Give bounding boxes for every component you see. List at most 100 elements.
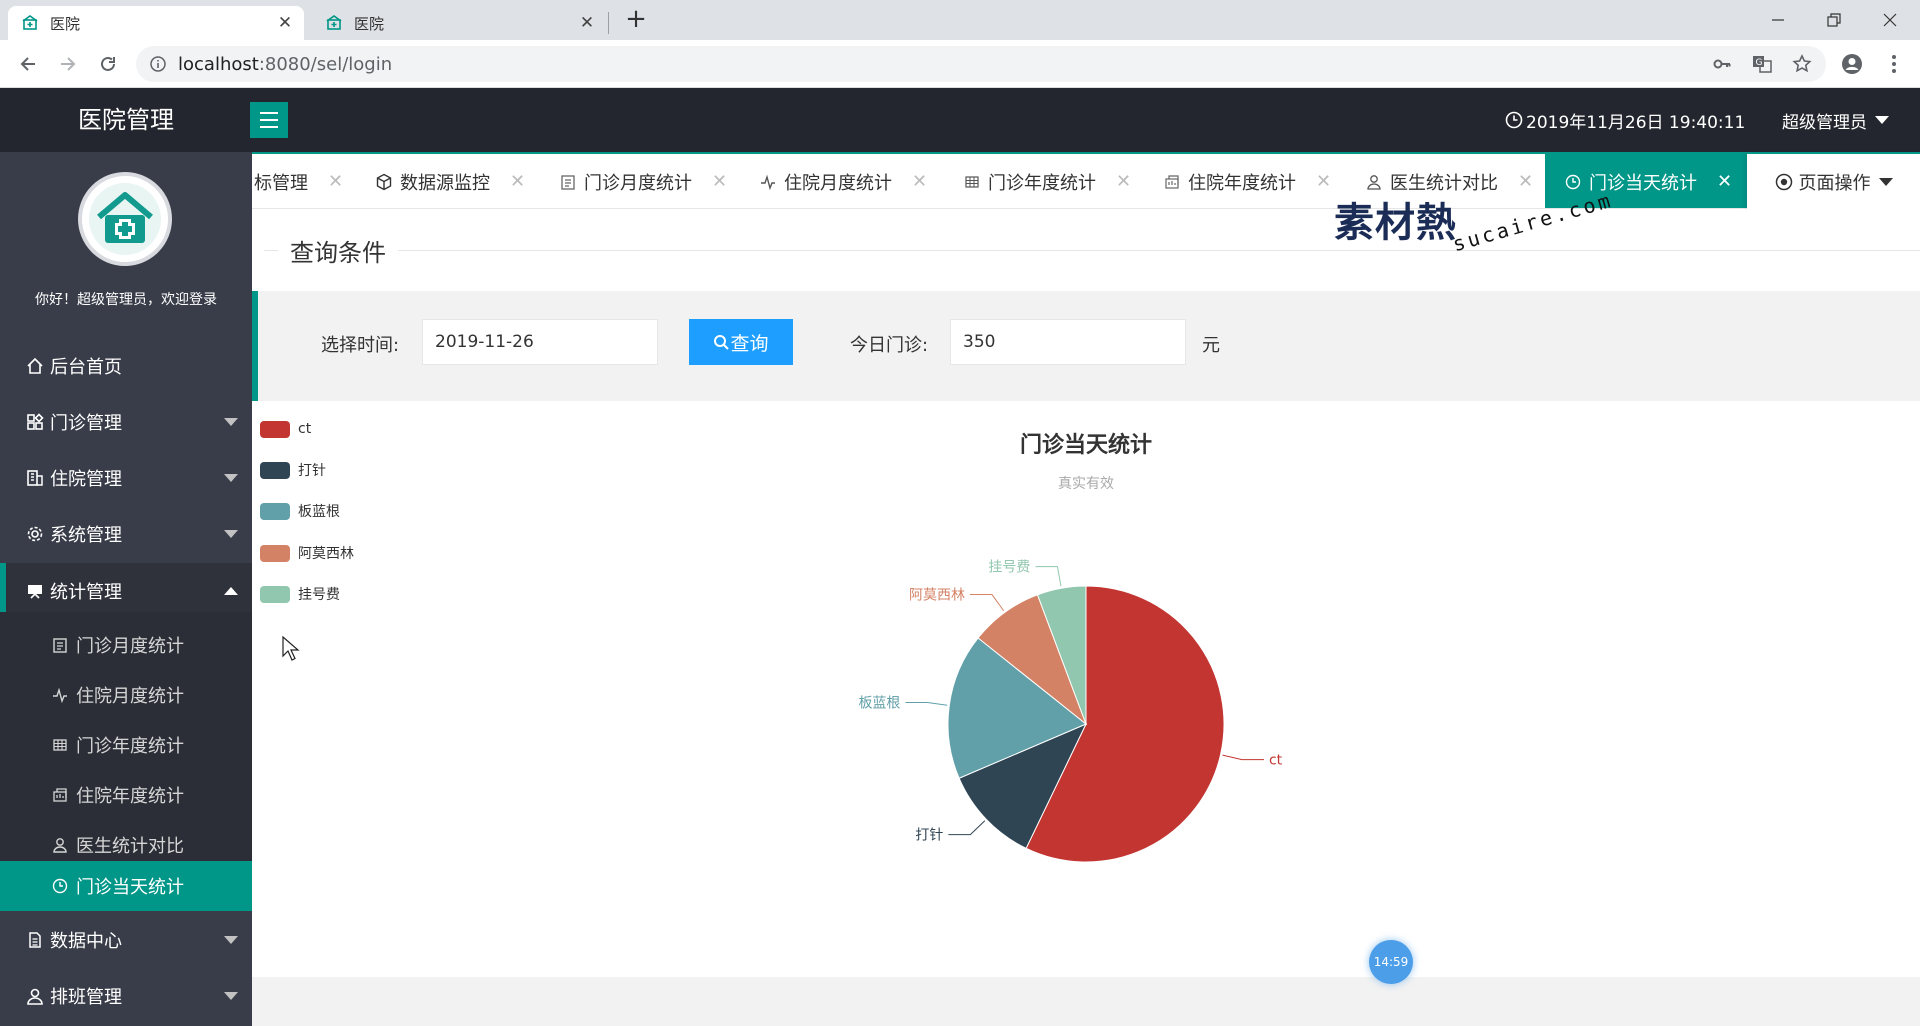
- sidebar-subitem-outpatient-today[interactable]: 门诊当天统计: [0, 861, 252, 911]
- sidebar-item-label: 后台首页: [50, 357, 122, 378]
- header-clock: 2019年11月26日 19:40:11: [1505, 88, 1745, 152]
- search-button[interactable]: 查询: [689, 319, 793, 365]
- translate-icon[interactable]: G: [1750, 52, 1774, 76]
- clock-icon: [1563, 172, 1583, 192]
- sidebar-subitem-outpatient-monthly[interactable]: 门诊月度统计: [6, 620, 252, 670]
- reload-icon[interactable]: [94, 50, 122, 78]
- more-menu-icon[interactable]: [1882, 52, 1906, 76]
- tab-partial[interactable]: 标管理 ✕: [254, 154, 343, 208]
- timer-bubble[interactable]: 14:59: [1369, 940, 1413, 984]
- sidebar-item-system[interactable]: 系统管理: [0, 506, 252, 562]
- sidebar-item-datacenter[interactable]: 数据中心: [0, 912, 252, 968]
- key-icon[interactable]: [1710, 52, 1734, 76]
- close-window-icon[interactable]: [1862, 0, 1918, 40]
- close-icon[interactable]: ✕: [328, 171, 343, 192]
- pie-slice-label: ct: [1269, 753, 1283, 769]
- date-input[interactable]: [422, 319, 658, 365]
- url-path: :8080/sel/login: [258, 53, 393, 75]
- sidebar-subitem-label: 门诊月度统计: [76, 636, 184, 657]
- tab-doctor-compare[interactable]: 医生统计对比 ✕: [1364, 154, 1533, 208]
- sidebar-item-label: 系统管理: [50, 525, 122, 546]
- sidebar-item-label: 排班管理: [50, 987, 122, 1008]
- clock-icon: [1505, 111, 1523, 129]
- sidebar-item-statistics[interactable]: 统计管理: [0, 563, 252, 619]
- tab-label: 门诊当天统计: [1589, 172, 1697, 194]
- sidebar-subitem-label: 门诊年度统计: [76, 736, 184, 757]
- tab-label: 数据源监控: [400, 172, 490, 194]
- chart-title: 门诊当天统计: [1019, 433, 1152, 458]
- legend-item[interactable]: 挂号费: [260, 584, 380, 604]
- user-icon: [1364, 172, 1384, 192]
- pulse-icon: [50, 685, 70, 705]
- sidebar-subitem-label: 门诊当天统计: [76, 877, 184, 898]
- sidebar-item-home[interactable]: 后台首页: [0, 338, 252, 394]
- browser-tabstrip: 医院 ✕ 医院 ✕ +: [0, 0, 1920, 40]
- tab-inpatient-monthly[interactable]: 住院月度统计 ✕: [758, 154, 927, 208]
- sidebar-item-inpatient[interactable]: 住院管理: [0, 450, 252, 506]
- chevron-down-icon: [224, 474, 238, 482]
- tab-outpatient-today[interactable]: 门诊当天统计 ✕: [1545, 154, 1751, 208]
- close-icon[interactable]: ✕: [1717, 171, 1732, 192]
- tab-separator: [608, 12, 609, 34]
- close-icon[interactable]: ✕: [1316, 171, 1331, 192]
- chevron-down-icon: [224, 418, 238, 426]
- today-amount-field[interactable]: [950, 319, 1186, 365]
- forward-icon[interactable]: [54, 50, 82, 78]
- app-title: 医院管理: [78, 106, 174, 134]
- close-icon[interactable]: ✕: [1116, 171, 1131, 192]
- back-icon[interactable]: [14, 50, 42, 78]
- close-tab-icon[interactable]: ✕: [578, 13, 596, 33]
- pie-slice-label: 阿莫西林: [909, 588, 965, 604]
- close-icon[interactable]: ✕: [1518, 171, 1533, 192]
- building-icon: [24, 467, 46, 489]
- close-tab-icon[interactable]: ✕: [276, 13, 294, 33]
- chevron-down-icon: [224, 936, 238, 944]
- tab-datasource-monitor[interactable]: 数据源监控 ✕: [374, 154, 525, 208]
- legend-item[interactable]: 板蓝根: [260, 501, 380, 521]
- minimize-icon[interactable]: [1750, 0, 1806, 40]
- chevron-down-icon: [1875, 116, 1889, 124]
- tab-inpatient-yearly[interactable]: 住院年度统计 ✕: [1162, 154, 1331, 208]
- sidebar-item-outpatient[interactable]: 门诊管理: [0, 394, 252, 450]
- sidebar-subitem-outpatient-yearly[interactable]: 门诊年度统计: [6, 720, 252, 770]
- new-tab-icon[interactable]: +: [622, 6, 650, 34]
- sidebar-item-label: 住院管理: [50, 469, 122, 490]
- tab-outpatient-monthly[interactable]: 门诊月度统计 ✕: [558, 154, 727, 208]
- close-icon[interactable]: ✕: [912, 171, 927, 192]
- close-icon[interactable]: ✕: [712, 171, 727, 192]
- close-icon[interactable]: ✕: [510, 171, 525, 192]
- search-icon: [714, 334, 730, 350]
- menu-toggle-button[interactable]: [250, 102, 288, 138]
- user-icon: [50, 835, 70, 855]
- tab-label: 门诊年度统计: [988, 172, 1096, 194]
- legend-label: 板蓝根: [298, 504, 340, 520]
- restore-icon[interactable]: [1806, 0, 1862, 40]
- mouse-cursor-icon: [282, 636, 300, 661]
- browser-tab-active[interactable]: 医院 ✕: [8, 6, 304, 40]
- clipboard-icon: [50, 635, 70, 655]
- hospital-logo-icon: [89, 183, 161, 255]
- hospital-favicon-icon: [22, 15, 38, 30]
- info-icon[interactable]: [150, 56, 166, 72]
- chevron-up-icon: [224, 587, 238, 595]
- legend-item[interactable]: 阿莫西林: [260, 543, 380, 563]
- target-icon: [1775, 173, 1792, 190]
- sidebar-subitem-label: 住院年度统计: [76, 786, 184, 807]
- tab-label: 住院月度统计: [784, 172, 892, 194]
- sidebar-subitem-inpatient-yearly[interactable]: 住院年度统计: [6, 770, 252, 820]
- browser-tab[interactable]: 医院 ✕: [312, 6, 606, 40]
- chevron-down-icon: [1878, 177, 1893, 186]
- cube-icon: [374, 172, 394, 192]
- sidebar-item-schedule[interactable]: 排班管理: [0, 968, 252, 1024]
- svg-text:G: G: [1756, 58, 1763, 68]
- profile-icon[interactable]: [1840, 52, 1864, 76]
- page-operations-menu[interactable]: 页面操作: [1747, 152, 1920, 209]
- url-field[interactable]: localhost:8080/sel/login: [136, 46, 1826, 82]
- user-menu[interactable]: 超级管理员: [1782, 88, 1889, 152]
- tab-label: 住院年度统计: [1188, 172, 1296, 194]
- sidebar-subitem-inpatient-monthly[interactable]: 住院月度统计: [6, 670, 252, 720]
- tab-outpatient-yearly[interactable]: 门诊年度统计 ✕: [962, 154, 1131, 208]
- tab-label: 标管理: [254, 172, 308, 194]
- bookmark-star-icon[interactable]: [1790, 52, 1814, 76]
- hospital-favicon-icon: [326, 15, 342, 30]
